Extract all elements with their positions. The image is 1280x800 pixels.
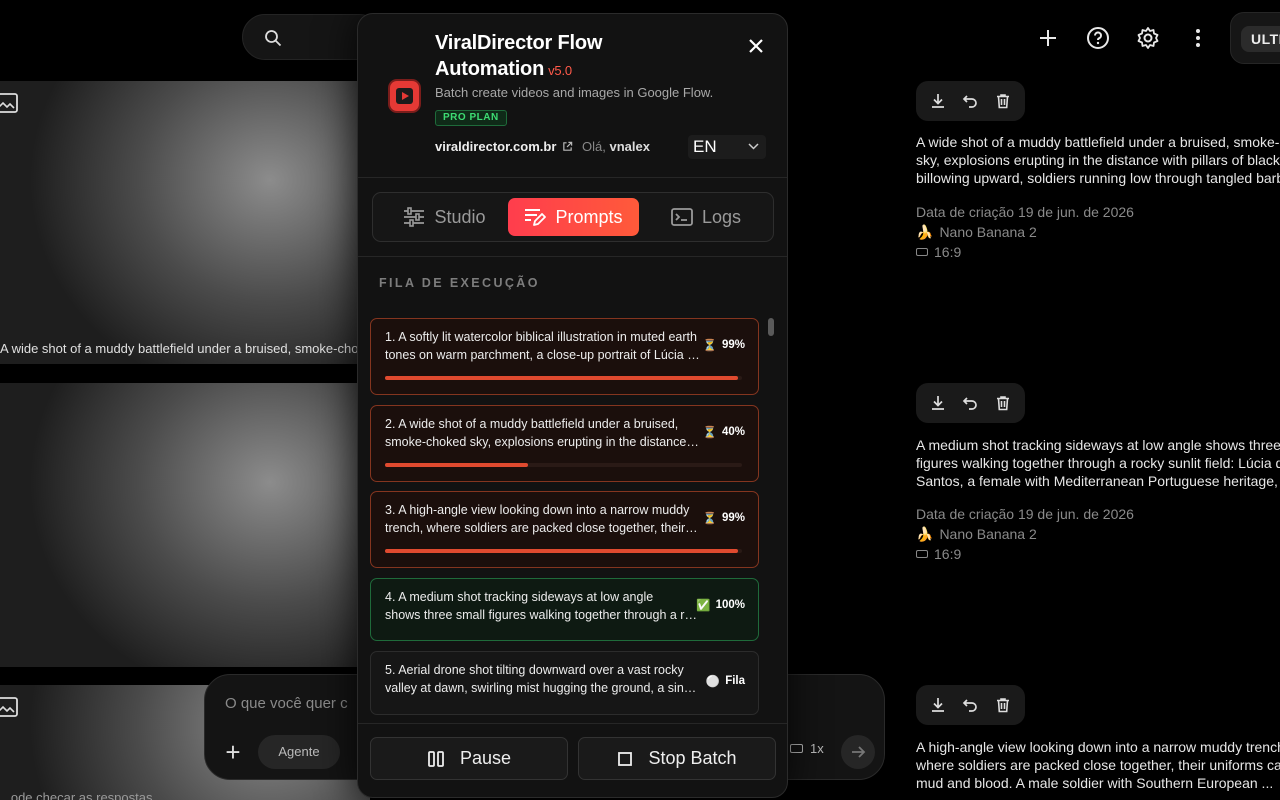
result-meta: Data de criação 19 de jun. de 2026 🍌 Nano… — [916, 506, 1134, 562]
arrow-right-icon — [852, 746, 866, 758]
queue-item-text: 3. A high-angle view looking down into a… — [385, 503, 701, 535]
hourglass-icon: ⏳ — [702, 427, 717, 439]
delete-icon[interactable] — [992, 90, 1014, 112]
queue-item-text: 2. A wide shot of a muddy battlefield un… — [385, 417, 701, 449]
send-button[interactable] — [841, 735, 875, 769]
divider — [358, 256, 787, 257]
pause-icon — [428, 750, 444, 767]
tab-logs[interactable]: Logs — [641, 198, 771, 236]
plan-badge: PRO PLAN — [435, 110, 507, 126]
result-thumbnail[interactable] — [0, 383, 370, 667]
sliders-icon — [404, 207, 425, 227]
result-description: A wide shot of a muddy battlefield under… — [916, 134, 1280, 186]
hourglass-icon: ⏳ — [702, 513, 717, 525]
delete-icon[interactable] — [992, 694, 1014, 716]
plan-chip-label: ULTR — [1241, 26, 1280, 52]
queue-item-text: 5. Aerial drone shot tilting downward ov… — [385, 663, 701, 695]
queue-item-status: ⏳ 40% — [702, 426, 745, 439]
terminal-icon — [671, 208, 693, 226]
execution-queue[interactable]: 1. A softly lit watercolor biblical illu… — [358, 310, 787, 722]
tab-studio[interactable]: Studio — [378, 198, 511, 236]
progress-bar — [385, 376, 742, 380]
version-label: v5.0 — [548, 63, 572, 78]
image-icon — [0, 697, 18, 717]
result-actions — [916, 383, 1025, 423]
help-icon[interactable] — [1084, 24, 1112, 52]
stop-icon — [618, 751, 633, 766]
reuse-icon[interactable] — [959, 90, 981, 112]
queue-item-status: ⚪ Fila — [705, 675, 745, 688]
add-icon[interactable]: + — [221, 739, 245, 765]
stop-batch-button[interactable]: Stop Batch — [578, 737, 776, 780]
reuse-icon[interactable] — [959, 694, 981, 716]
queue-heading: FILA DE EXECUÇÃO — [379, 276, 540, 290]
plus-icon[interactable] — [1034, 24, 1062, 52]
image-icon — [0, 93, 18, 113]
result-thumbnail[interactable]: A wide shot of a muddy battlefield under… — [0, 81, 370, 364]
queue-item-status: ⏳ 99% — [702, 512, 745, 525]
edit-list-icon — [525, 209, 547, 226]
panel-subtitle: Batch create videos and images in Google… — [435, 85, 714, 100]
pause-button[interactable]: Pause — [370, 737, 568, 780]
download-icon[interactable] — [927, 90, 949, 112]
chevron-down-icon — [748, 143, 759, 150]
download-icon[interactable] — [927, 694, 949, 716]
external-link-icon — [563, 141, 573, 151]
plan-chip[interactable]: ULTR — [1230, 12, 1280, 64]
delete-icon[interactable] — [992, 392, 1014, 414]
result-actions — [916, 685, 1025, 725]
close-icon[interactable] — [746, 36, 766, 56]
app-logo — [390, 81, 419, 111]
result-actions — [916, 81, 1025, 121]
result-description: A high-angle view looking down into a na… — [916, 739, 1280, 791]
output-settings[interactable]: 1x — [790, 741, 824, 756]
extension-panel: ViralDirector Flow Automation v5.0 Batch … — [357, 13, 788, 798]
site-link[interactable]: viraldirector.com.br — [435, 139, 573, 154]
queue-item-text: 4. A medium shot tracking sideways at lo… — [385, 590, 701, 622]
disclaimer-text: ...ode checar as respostas — [0, 790, 153, 800]
queue-item[interactable]: 1. A softly lit watercolor biblical illu… — [370, 318, 759, 395]
queue-scrollbar[interactable] — [768, 318, 774, 336]
divider — [358, 177, 787, 178]
aspect-icon — [790, 744, 803, 753]
queue-item[interactable]: 4. A medium shot tracking sideways at lo… — [370, 578, 759, 641]
hourglass-icon: ⏳ — [702, 340, 717, 352]
result-description: A medium shot tracking sideways at low a… — [916, 437, 1280, 489]
banana-icon: 🍌 — [916, 224, 934, 240]
pending-icon: ⚪ — [705, 676, 721, 688]
queue-item-text: 1. A softly lit watercolor biblical illu… — [385, 330, 701, 362]
result-meta: Data de criação 19 de jun. de 2026 🍌 Nano… — [916, 204, 1134, 260]
banana-icon: 🍌 — [916, 526, 934, 542]
reuse-icon[interactable] — [959, 392, 981, 414]
panel-tabs: Studio Prompts Logs — [372, 192, 774, 242]
tab-prompts[interactable]: Prompts — [508, 198, 639, 236]
more-icon[interactable] — [1184, 24, 1212, 52]
prompt-placeholder: O que você quer c — [225, 695, 348, 712]
panel-title: ViralDirector Flow Automation v5.0 — [435, 32, 603, 80]
language-select[interactable]: EN — [688, 135, 766, 159]
queue-item[interactable]: 3. A high-angle view looking down into a… — [370, 491, 759, 568]
download-icon[interactable] — [927, 392, 949, 414]
username: vnalex — [609, 139, 650, 154]
agent-button[interactable]: Agente — [258, 735, 340, 769]
user-greeting: Olá, vnalex — [582, 139, 650, 154]
queue-item-status: ⏳ 99% — [702, 339, 745, 352]
progress-bar — [385, 463, 742, 467]
check-icon: ✅ — [696, 600, 711, 612]
thumbnail-caption: A wide shot of a muddy battlefield under… — [0, 341, 359, 356]
aspect-icon — [916, 248, 928, 256]
queue-item-status: ✅ 100% — [696, 599, 745, 612]
queue-item[interactable]: 5. Aerial drone shot tilting downward ov… — [370, 651, 759, 715]
divider — [358, 723, 787, 724]
search-icon — [265, 30, 282, 47]
queue-item[interactable]: 2. A wide shot of a muddy battlefield un… — [370, 405, 759, 482]
aspect-icon — [916, 550, 928, 558]
settings-icon[interactable] — [1134, 24, 1162, 52]
progress-bar — [385, 549, 742, 553]
